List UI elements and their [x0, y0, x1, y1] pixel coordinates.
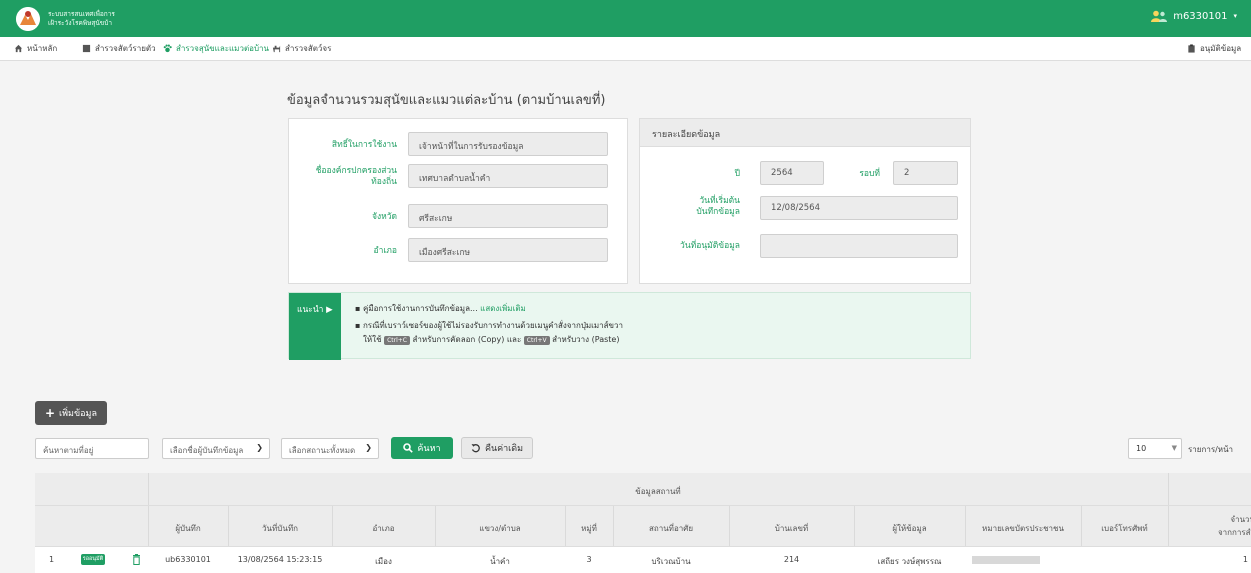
tip-box: แนะนำ ▶ ▪ คู่มือการใช้งานการบันทึกข้อมูล… — [288, 292, 971, 360]
users-icon — [1151, 10, 1168, 22]
col-place[interactable]: สถานที่อาศัย — [613, 522, 729, 535]
cell-subdistrict: น้ำคำ — [490, 557, 510, 566]
row-index: 1 — [49, 555, 55, 564]
details-card: รายละเอียดข้อมูล ปี 2564 รอบที่ 2 วันที่… — [639, 118, 971, 284]
round-label: รอบที่ — [859, 169, 880, 179]
dog-icon — [272, 45, 281, 53]
ctrl-c-key: Ctrl+C — [384, 336, 410, 345]
recorder-select[interactable]: เลือกชื่อผู้บันทึกข้อมูล ❯ — [162, 438, 270, 459]
cell-date: 13/08/2564 15:23:15 — [237, 555, 323, 564]
org-label: ชื่อองค์กรปกครองส่วน ท้องถิ่น — [315, 166, 397, 187]
status-select[interactable]: เลือกสถานะทั้งหมด ❯ — [281, 438, 379, 459]
col-moo[interactable]: หมู่ที่ — [565, 522, 613, 535]
table-header-row: ผู้บันทึก วันที่บันทึก อำเภอ แขวง/ตำบล ห… — [35, 506, 1251, 547]
tip-line-2: ▪ กรณีที่เบราว์เซอร์ของผู้ใช้ไม่รองรับกา… — [355, 321, 624, 330]
district-field: เมืองศรีสะเกษ — [408, 238, 608, 262]
page-size-select[interactable]: 10 ▼ — [1128, 438, 1182, 459]
location-card: สิทธิ์ในการใช้งาน เจ้าหน้าที่ในการรับรอง… — [288, 118, 628, 284]
ctrl-v-key: Ctrl+V — [523, 336, 550, 345]
menu-household-survey[interactable]: สำรวจสุนัขและแมวต่อบ้าน — [163, 42, 269, 55]
menu-bar: หน้าหลัก สำรวจสัตว์รายตัว สำรวจสุนัขและแ… — [0, 37, 1251, 61]
district-label: อำเภอ — [373, 246, 398, 256]
cell-informant: เสถียร วงษ์สุพรรณ — [877, 557, 942, 566]
cell-place: บริเวณบ้าน — [651, 557, 691, 566]
undo-icon — [471, 444, 480, 453]
cell-district: เมือง — [375, 557, 392, 566]
list-icon — [82, 44, 91, 53]
province-field: ศรีสะเกษ — [408, 204, 608, 228]
cell-house-no: 214 — [783, 555, 800, 564]
status-badge[interactable]: รออนุมัติ — [81, 554, 105, 565]
col-informant[interactable]: ผู้ให้ข้อมูล — [854, 522, 965, 535]
group-header: ข้อมูลสถานที่ — [635, 487, 681, 496]
start-date-label: วันที่เริ่มต้น บันทึกข้อมูล — [696, 196, 740, 217]
cell-count: 1 — [1242, 555, 1248, 564]
col-count[interactable]: จำนวน จากการสำ — [1175, 513, 1251, 539]
cell-moo: 3 — [586, 555, 592, 564]
page-title: ข้อมูลจำนวนรวมสุนัขและแมวแต่ละบ้าน (ตามบ… — [287, 93, 606, 108]
role-field: เจ้าหน้าที่ในการรับรองข้อมูล — [408, 132, 608, 156]
menu-stray-survey[interactable]: สำรวจสัตว์จร — [272, 42, 331, 55]
add-data-button[interactable]: + เพิ่มข้อมูล — [35, 401, 107, 425]
chevron-down-icon: ❯ — [256, 443, 263, 452]
chevron-down-icon: ▼ — [1171, 444, 1177, 452]
home-icon — [14, 44, 23, 53]
col-recorder[interactable]: ผู้บันทึก — [148, 522, 228, 535]
brand-title: ระบบสารสนเทศเพื่อการ เฝ้าระวังโรคพิษสุนั… — [48, 10, 115, 27]
details-card-title: รายละเอียดข้อมูล — [640, 119, 970, 147]
tip-tag: แนะนำ ▶ — [289, 293, 341, 360]
approve-date-label: วันที่อนุมัติข้อมูล — [680, 241, 740, 251]
table-row[interactable]: 1 รออนุมัติ ub6330101 13/08/2564 15:23:1… — [35, 547, 1251, 573]
per-page-label: รายการ/หน้า — [1188, 445, 1234, 454]
data-table: ข้อมูลสถานที่ ผู้บันทึก วันที่บันทึก อำเ… — [35, 473, 1251, 573]
tip-line-3: ให้ใช้ Ctrl+C สำหรับการคัดลอก (Copy) และ… — [363, 335, 620, 345]
redacted-id — [972, 556, 1040, 564]
logo-icon[interactable] — [16, 7, 40, 31]
tip-line-1: ▪ คู่มือการใช้งานการบันทึกข้อมูล... แสดง… — [355, 304, 526, 313]
cell-recorder: ub6330101 — [165, 555, 211, 564]
username: m6330101 — [1173, 10, 1228, 22]
menu-individual-survey[interactable]: สำรวจสัตว์รายตัว — [82, 42, 156, 55]
col-date[interactable]: วันที่บันทึก — [228, 522, 332, 535]
clipboard-icon — [1188, 44, 1195, 53]
reset-button[interactable]: คืนค่าเดิม — [461, 437, 533, 459]
col-district[interactable]: อำเภอ — [332, 522, 435, 535]
start-date-field: 12/08/2564 — [760, 196, 958, 220]
year-label: ปี — [734, 169, 740, 179]
col-phone[interactable]: เบอร์โทรศัพท์ — [1081, 522, 1168, 535]
year-field: 2564 — [760, 161, 824, 185]
col-subdistrict[interactable]: แขวง/ตำบล — [435, 522, 565, 535]
search-icon — [403, 443, 414, 453]
province-label: จังหวัด — [371, 212, 397, 222]
show-more-link[interactable]: แสดงเพิ่มเติม — [480, 304, 526, 313]
menu-home[interactable]: หน้าหลัก — [14, 42, 57, 55]
chevron-down-icon: ❯ — [365, 443, 372, 452]
plus-icon: + — [44, 406, 56, 420]
menu-approve[interactable]: อนุมัติข้อมูล — [1187, 42, 1241, 55]
user-menu[interactable]: m6330101 ▾ — [1151, 10, 1237, 22]
table-header-group: ข้อมูลสถานที่ — [35, 473, 1251, 506]
search-button[interactable]: ค้นหา — [391, 437, 453, 459]
org-field: เทศบาลตำบลน้ำคำ — [408, 164, 608, 188]
trash-icon[interactable] — [132, 554, 141, 565]
approve-date-field — [760, 234, 958, 258]
role-label: สิทธิ์ในการใช้งาน — [331, 140, 397, 150]
top-bar: ระบบสารสนเทศเพื่อการ เฝ้าระวังโรคพิษสุนั… — [0, 0, 1251, 37]
round-field: 2 — [893, 161, 958, 185]
col-id-card[interactable]: หมายเลขบัตรประชาชน — [965, 522, 1081, 535]
col-house-no[interactable]: บ้านเลขที่ — [729, 522, 854, 535]
chevron-down-icon: ▾ — [1233, 12, 1237, 20]
address-search-input[interactable]: ค้นหาตามที่อยู่ — [35, 438, 149, 459]
paw-icon — [163, 44, 172, 53]
